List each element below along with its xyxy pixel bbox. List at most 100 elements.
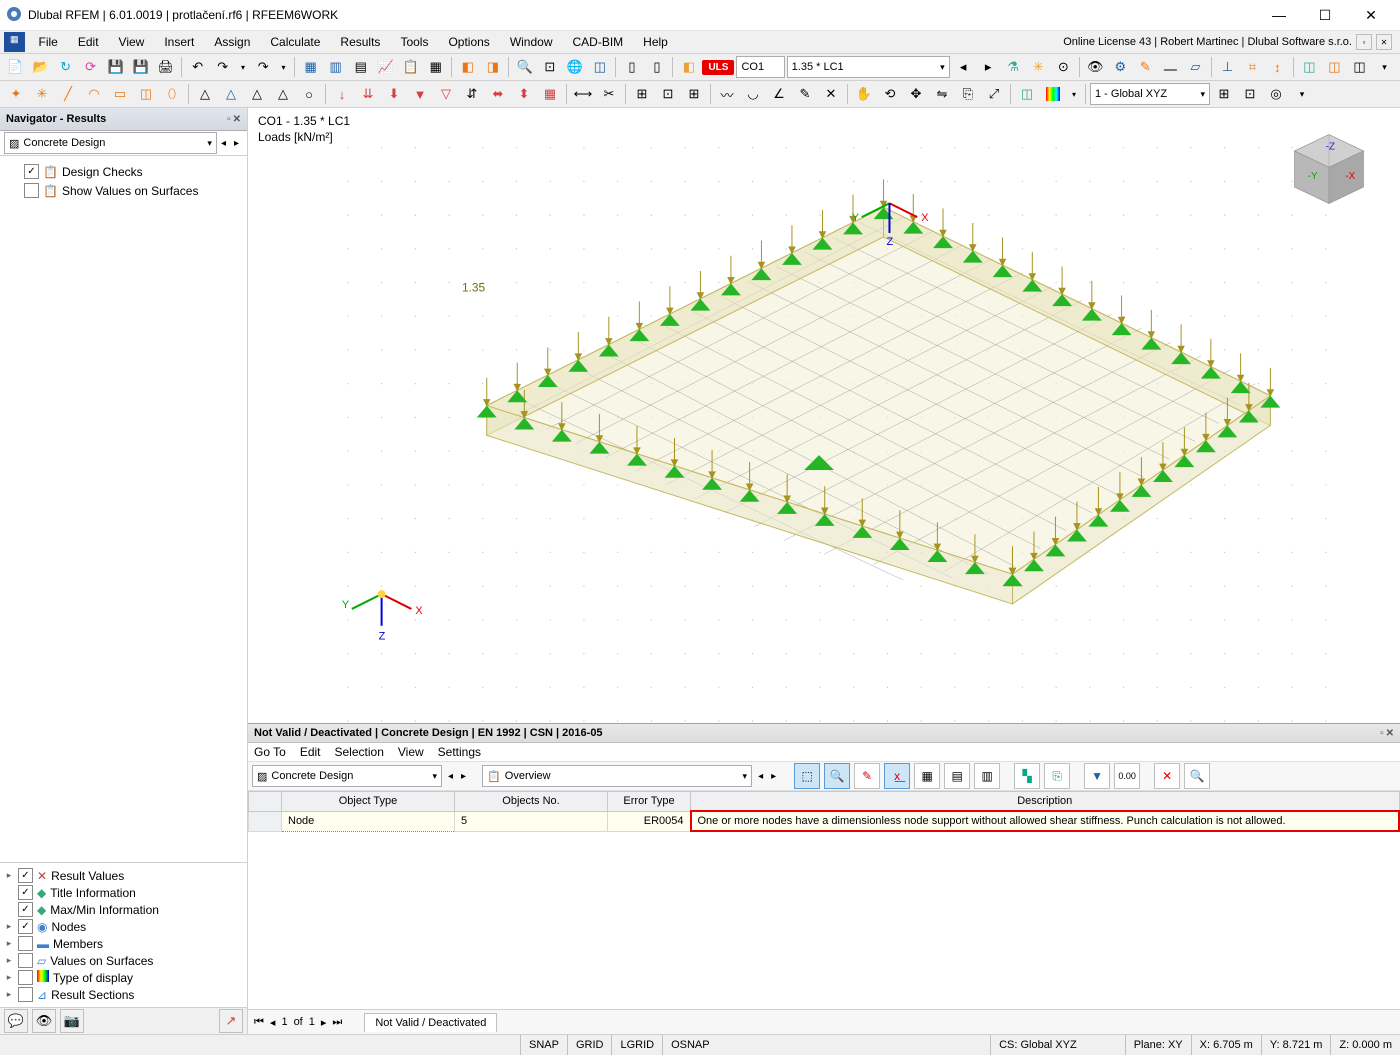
minimize-button[interactable]: —	[1256, 0, 1302, 30]
hand-icon[interactable]: ✋	[852, 82, 876, 106]
cell-description[interactable]: One or more nodes have a dimensionless n…	[691, 811, 1400, 831]
bp-grid2-icon[interactable]: ▤	[944, 763, 970, 789]
angle-icon[interactable]: ∠	[767, 82, 791, 106]
bp-prev2-icon[interactable]: ◂	[756, 771, 765, 782]
save-all-icon[interactable]: 💾	[129, 55, 152, 79]
tree-item-show-values[interactable]: 📋 Show Values on Surfaces	[6, 181, 241, 200]
load3-icon[interactable]: ⬇	[382, 82, 406, 106]
checkbox-icon[interactable]	[18, 970, 33, 985]
bp-grid3-icon[interactable]: ▥	[974, 763, 1000, 789]
open-icon[interactable]: 📂	[29, 55, 52, 79]
redo-drop-icon[interactable]: ↷	[252, 55, 275, 79]
report-icon[interactable]: 📋	[399, 55, 422, 79]
redo-icon[interactable]: ↷	[211, 55, 234, 79]
tool1-icon[interactable]: ▦	[424, 55, 447, 79]
grid-a-icon[interactable]: ⊞	[630, 82, 654, 106]
result-tree-item[interactable]: ▸▬Members	[4, 935, 243, 952]
panel-close-icon[interactable]: ✕	[233, 114, 241, 125]
save-icon[interactable]: 💾	[104, 55, 127, 79]
sup2-icon[interactable]: △	[219, 82, 243, 106]
bp-prev1-icon[interactable]: ◂	[446, 771, 455, 782]
tree-item-design-checks[interactable]: 📋 Design Checks	[6, 162, 241, 181]
dim-icon[interactable]: ⟷	[571, 82, 595, 106]
sup1-icon[interactable]: △	[193, 82, 217, 106]
grid-c-icon[interactable]: ⊞	[682, 82, 706, 106]
new-icon[interactable]: 📄	[4, 55, 27, 79]
bp-menu-settings[interactable]: Settings	[438, 745, 481, 759]
result-tree-item[interactable]: ▸⊿Result Sections	[4, 986, 243, 1003]
world-icon[interactable]: 🌐	[563, 55, 586, 79]
nav-next-icon[interactable]: ▸	[230, 138, 243, 149]
layer-icon[interactable]: ◫	[1015, 82, 1039, 106]
pager-last-icon[interactable]: ⏭	[332, 1016, 342, 1029]
section-icon[interactable]: ⊥	[1216, 55, 1239, 79]
sup3-icon[interactable]: △	[245, 82, 269, 106]
pager-next-icon[interactable]: ▸	[321, 1016, 327, 1029]
hinge-icon[interactable]: ○	[297, 82, 321, 106]
undo-drop-icon[interactable]: ▾	[236, 55, 249, 79]
grid-tool-icon[interactable]: ⊞	[1212, 82, 1236, 106]
checkbox-icon[interactable]	[18, 936, 33, 951]
menu-file[interactable]: File	[29, 32, 68, 52]
more-icon[interactable]: ▾	[1373, 55, 1396, 79]
filter-icon[interactable]: ⚗	[1002, 55, 1025, 79]
rotate-icon[interactable]: ⟲	[878, 82, 902, 106]
chart-icon[interactable]: 📈	[374, 55, 397, 79]
panel-pin-icon[interactable]: ▫	[227, 114, 231, 125]
nav-prev-icon[interactable]: ◂	[217, 138, 230, 149]
maximize-button[interactable]: ☐	[1302, 0, 1348, 30]
result-tree-item[interactable]: ▸✕Result Values	[4, 867, 243, 884]
coord-sys-combo[interactable]: 1 - Global XYZ▾	[1090, 83, 1210, 105]
star1-icon[interactable]: ✳	[1027, 55, 1050, 79]
bp-pin-icon[interactable]: ▫	[1380, 728, 1384, 739]
mirror-icon[interactable]: ⇋	[930, 82, 954, 106]
result-tree-item[interactable]: ▸▱Values on Surfaces	[4, 952, 243, 969]
load2-icon[interactable]: ⇊	[356, 82, 380, 106]
rect-icon[interactable]: ▭	[108, 82, 132, 106]
cell-error-type[interactable]: ER0054	[608, 811, 691, 831]
app-menu-icon[interactable]: ▦	[4, 32, 25, 52]
menu-edit[interactable]: Edit	[68, 32, 109, 52]
checkbox-icon[interactable]	[18, 885, 33, 900]
edit-line-icon[interactable]: ✎	[793, 82, 817, 106]
chart2-icon[interactable]: ↗	[219, 1009, 243, 1033]
tool3-icon[interactable]: ◨	[481, 55, 504, 79]
pager-prev-icon[interactable]: ◂	[270, 1016, 276, 1029]
innode-icon[interactable]: ⊙	[1052, 55, 1075, 79]
zoom-fit-icon[interactable]: ⊡	[538, 55, 561, 79]
eye2-icon[interactable]: 👁	[32, 1009, 56, 1033]
result-tree-item[interactable]: ◆Max/Min Information	[4, 901, 243, 918]
color-icon[interactable]	[1041, 82, 1065, 106]
loadcase-name-combo[interactable]: 1.35 * LC1▾	[787, 56, 950, 78]
checkbox-icon[interactable]	[18, 953, 33, 968]
load8-icon[interactable]: ⬍	[512, 82, 536, 106]
grid2-icon[interactable]: ⊡	[1238, 82, 1262, 106]
bp-grid1-icon[interactable]: ▦	[914, 763, 940, 789]
bp-filter-icon[interactable]: ▼	[1084, 763, 1110, 789]
sb-lgrid[interactable]: LGRID	[611, 1035, 662, 1055]
bp-export-icon[interactable]: ⎘	[1044, 763, 1070, 789]
bp-select-icon[interactable]: ⬚	[794, 763, 820, 789]
checkbox-icon[interactable]	[24, 164, 39, 179]
cube-icon[interactable]: ◫	[588, 55, 611, 79]
bp-menu-goto[interactable]: Go To	[254, 745, 286, 759]
sb-grid[interactable]: GRID	[567, 1035, 612, 1055]
snap-icon[interactable]: ◎	[1264, 82, 1288, 106]
bp-chart-icon[interactable]: ▚	[1014, 763, 1040, 789]
xsec-icon[interactable]: ⌗	[1241, 55, 1264, 79]
checkbox-icon[interactable]	[24, 183, 39, 198]
table2-icon[interactable]: ▥	[324, 55, 347, 79]
menu-window[interactable]: Window	[500, 32, 563, 52]
undo-icon[interactable]: ↶	[186, 55, 209, 79]
cyl-icon[interactable]: ⬯	[160, 82, 184, 106]
result-tree-item[interactable]: ▸Type of display	[4, 969, 243, 986]
navigator-category-dropdown[interactable]: ▨ Concrete Design ▾	[4, 132, 217, 154]
spring-icon[interactable]: 〰	[715, 82, 739, 106]
menu-tools[interactable]: Tools	[390, 32, 438, 52]
menu-options[interactable]: Options	[438, 32, 499, 52]
next-lc-icon[interactable]: ▸	[977, 55, 1000, 79]
bp-menu-view[interactable]: View	[398, 745, 424, 759]
flag-icon[interactable]: ◧	[677, 55, 700, 79]
camera-icon[interactable]: 📷	[60, 1009, 84, 1033]
bp-search-icon[interactable]: 🔍	[1184, 763, 1210, 789]
